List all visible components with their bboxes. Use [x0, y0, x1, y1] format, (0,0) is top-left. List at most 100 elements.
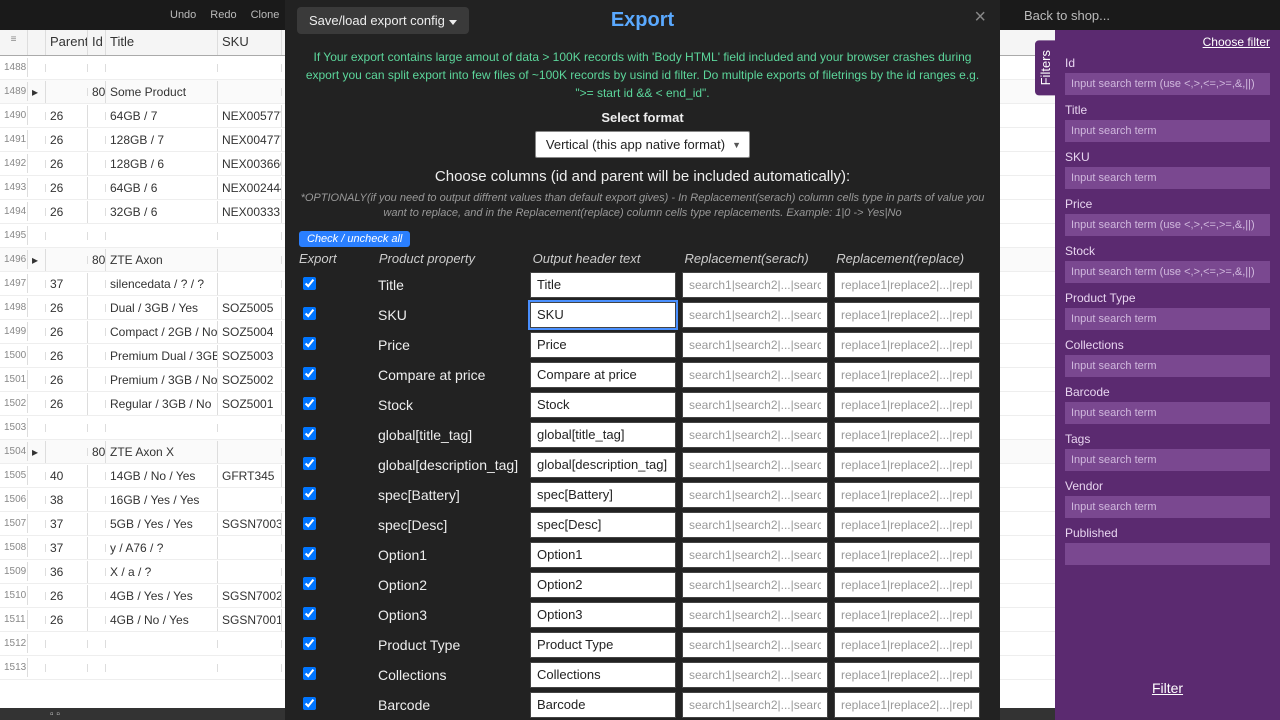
- check-uncheck-all-button[interactable]: Check / uncheck all: [299, 231, 410, 247]
- replacement-replace-input[interactable]: [834, 302, 980, 328]
- replacement-search-input[interactable]: [682, 362, 828, 388]
- property-label: spec[Desc]: [378, 517, 530, 533]
- column-parent[interactable]: Parent: [46, 30, 88, 55]
- replacement-replace-input[interactable]: [834, 542, 980, 568]
- output-header-input[interactable]: [530, 422, 676, 448]
- export-checkbox[interactable]: [303, 337, 316, 350]
- output-header-input[interactable]: [530, 272, 676, 298]
- replacement-search-input[interactable]: [682, 332, 828, 358]
- export-checkbox[interactable]: [303, 577, 316, 590]
- format-select[interactable]: Vertical (this app native format): [535, 131, 750, 158]
- header-replace: Replacement(replace): [836, 251, 986, 266]
- filter-input[interactable]: [1065, 73, 1270, 95]
- filter-field: Stock: [1055, 242, 1280, 289]
- replacement-replace-input[interactable]: [834, 632, 980, 658]
- export-checkbox[interactable]: [303, 427, 316, 440]
- filters-tab[interactable]: Filters: [1035, 40, 1056, 95]
- output-header-input[interactable]: [530, 452, 676, 478]
- output-header-input[interactable]: [530, 662, 676, 688]
- replacement-search-input[interactable]: [682, 512, 828, 538]
- replacement-replace-input[interactable]: [834, 662, 980, 688]
- close-icon[interactable]: ×: [974, 6, 986, 29]
- output-header-input[interactable]: [530, 572, 676, 598]
- save-load-config-button[interactable]: Save/load export config: [297, 7, 469, 34]
- replacement-replace-input[interactable]: [834, 692, 980, 718]
- choose-columns-label: Choose columns (id and parent will be in…: [299, 168, 986, 185]
- replacement-search-input[interactable]: [682, 482, 828, 508]
- property-label: Option2: [378, 577, 530, 593]
- export-checkbox[interactable]: [303, 697, 316, 710]
- replacement-replace-input[interactable]: [834, 422, 980, 448]
- export-checkbox[interactable]: [303, 547, 316, 560]
- undo-button[interactable]: Undo: [170, 9, 196, 21]
- export-checkbox[interactable]: [303, 457, 316, 470]
- output-header-input[interactable]: [530, 542, 676, 568]
- filter-input[interactable]: [1065, 355, 1270, 377]
- replacement-replace-input[interactable]: [834, 512, 980, 538]
- property-label: Title: [378, 277, 530, 293]
- export-checkbox[interactable]: [303, 277, 316, 290]
- filter-button[interactable]: Filter: [1152, 680, 1183, 696]
- filter-input[interactable]: [1065, 402, 1270, 424]
- replacement-search-input[interactable]: [682, 272, 828, 298]
- replacement-replace-input[interactable]: [834, 572, 980, 598]
- filter-field: Id: [1055, 54, 1280, 101]
- choose-filter-link[interactable]: Choose filter: [1203, 35, 1270, 49]
- replacement-search-input[interactable]: [682, 662, 828, 688]
- filter-input[interactable]: [1065, 214, 1270, 236]
- clone-button[interactable]: Clone: [251, 9, 280, 21]
- replacement-replace-input[interactable]: [834, 272, 980, 298]
- replacement-replace-input[interactable]: [834, 452, 980, 478]
- export-checkbox[interactable]: [303, 307, 316, 320]
- filter-label: Vendor: [1065, 479, 1270, 493]
- output-header-input[interactable]: [530, 302, 676, 328]
- replacement-replace-input[interactable]: [834, 602, 980, 628]
- replacement-replace-input[interactable]: [834, 332, 980, 358]
- filter-input[interactable]: [1065, 449, 1270, 471]
- filter-input[interactable]: [1065, 261, 1270, 283]
- output-header-input[interactable]: [530, 692, 676, 718]
- output-header-input[interactable]: [530, 392, 676, 418]
- footer-icons[interactable]: ▫ ▫: [50, 709, 60, 720]
- property-label: Collections: [378, 667, 530, 683]
- replacement-search-input[interactable]: [682, 302, 828, 328]
- menu-icon[interactable]: ≡: [0, 30, 28, 55]
- export-checkbox[interactable]: [303, 367, 316, 380]
- filter-label: Product Type: [1065, 291, 1270, 305]
- replacement-replace-input[interactable]: [834, 392, 980, 418]
- export-checkbox[interactable]: [303, 667, 316, 680]
- output-header-input[interactable]: [530, 482, 676, 508]
- filter-input[interactable]: [1065, 496, 1270, 518]
- replacement-search-input[interactable]: [682, 392, 828, 418]
- output-header-input[interactable]: [530, 362, 676, 388]
- export-checkbox[interactable]: [303, 487, 316, 500]
- redo-button[interactable]: Redo: [210, 9, 236, 21]
- filter-input[interactable]: [1065, 120, 1270, 142]
- column-id[interactable]: Id: [88, 30, 106, 55]
- export-checkbox[interactable]: [303, 637, 316, 650]
- column-title[interactable]: Title: [106, 30, 218, 55]
- replacement-search-input[interactable]: [682, 422, 828, 448]
- filter-label: Collections: [1065, 338, 1270, 352]
- back-to-shop-link[interactable]: Back to shop...: [1024, 8, 1110, 23]
- replacement-search-input[interactable]: [682, 692, 828, 718]
- replacement-search-input[interactable]: [682, 452, 828, 478]
- export-column-row: SKU: [299, 300, 986, 330]
- export-checkbox[interactable]: [303, 517, 316, 530]
- export-checkbox[interactable]: [303, 607, 316, 620]
- output-header-input[interactable]: [530, 332, 676, 358]
- output-header-input[interactable]: [530, 602, 676, 628]
- replacement-search-input[interactable]: [682, 572, 828, 598]
- output-header-input[interactable]: [530, 632, 676, 658]
- column-sku[interactable]: SKU: [218, 30, 282, 55]
- replacement-replace-input[interactable]: [834, 362, 980, 388]
- export-checkbox[interactable]: [303, 397, 316, 410]
- output-header-input[interactable]: [530, 512, 676, 538]
- filter-input[interactable]: [1065, 543, 1270, 565]
- replacement-search-input[interactable]: [682, 602, 828, 628]
- replacement-replace-input[interactable]: [834, 482, 980, 508]
- filter-input[interactable]: [1065, 308, 1270, 330]
- replacement-search-input[interactable]: [682, 542, 828, 568]
- replacement-search-input[interactable]: [682, 632, 828, 658]
- filter-input[interactable]: [1065, 167, 1270, 189]
